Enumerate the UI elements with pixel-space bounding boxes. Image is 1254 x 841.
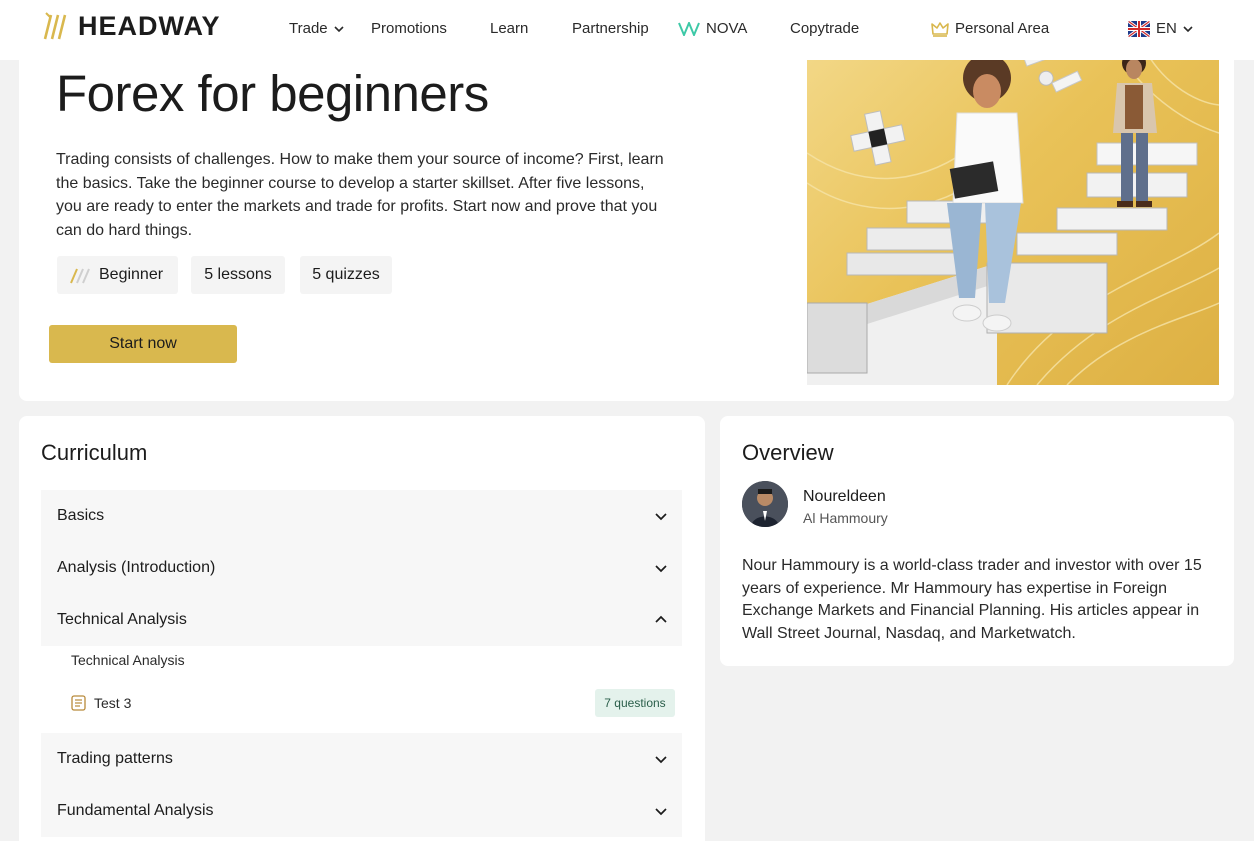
level-label: Beginner — [99, 266, 164, 283]
chevron-down-icon — [334, 25, 344, 32]
author-last-name: Al Hammoury — [803, 510, 888, 526]
test-label: Test 3 — [94, 695, 132, 711]
lesson-label: Technical Analysis — [71, 652, 185, 668]
avatar — [742, 481, 788, 527]
nav-promotions-label: Promotions — [371, 20, 447, 37]
chevron-up-icon — [655, 615, 667, 623]
nav-trade[interactable]: Trade — [289, 20, 344, 37]
chevron-down-icon — [1183, 25, 1193, 32]
start-now-button[interactable]: Start now — [49, 325, 237, 363]
curriculum-section[interactable]: Trading patterns Fundamental Analysis — [41, 733, 682, 837]
headway-logo-icon — [43, 12, 67, 40]
nav-partnership[interactable]: Partnership — [572, 20, 649, 37]
curriculum-card: Curriculum Basics Analysis (Introduction… — [19, 416, 705, 841]
nav-promotions[interactable]: Promotions — [371, 20, 447, 37]
nav-copytrade[interactable]: Copytrade — [790, 20, 859, 37]
curriculum-title: Curriculum — [41, 440, 148, 465]
chevron-down-icon — [655, 756, 667, 764]
chevron-down-icon — [655, 565, 667, 573]
questions-badge: 7 questions — [595, 689, 675, 717]
nav-trade-label: Trade — [289, 20, 328, 37]
overview-card: Overview Noureldeen Al Hammoury Nour Ham… — [720, 416, 1234, 666]
hero-card: Forex for beginners Trading consists of … — [19, 0, 1234, 401]
overview-title: Overview — [742, 440, 834, 465]
document-icon — [71, 695, 86, 711]
author-bio: Nour Hammoury is a world-class trader an… — [742, 557, 1202, 642]
hero-description: Trading consists of challenges. How to m… — [56, 151, 664, 239]
nav-copytrade-label: Copytrade — [790, 20, 860, 37]
section-label: Fundamental Analysis — [57, 802, 214, 819]
chevron-down-icon — [655, 808, 667, 816]
beginner-level-icon — [70, 268, 90, 284]
nav-nova-label: NOVA — [706, 20, 748, 37]
curriculum-section[interactable]: Basics Analysis (Introduction) Technical… — [41, 490, 682, 646]
lessons-tag: 5 lessons — [191, 256, 285, 294]
lessons-label: 5 lessons — [204, 266, 272, 283]
quizzes-tag: 5 quizzes — [300, 256, 392, 294]
test-item-test-3[interactable]: Test 3 — [71, 695, 131, 711]
page-title: Forex for beginners — [56, 65, 489, 122]
nav-personal-area[interactable]: Personal Area — [931, 20, 1049, 37]
nav-partnership-label: Partnership — [572, 20, 649, 37]
crown-icon — [931, 21, 949, 37]
level-tag: Beginner — [57, 256, 178, 294]
section-label: Technical Analysis — [57, 611, 187, 628]
section-label: Analysis (Introduction) — [57, 559, 216, 576]
language-label: EN — [1156, 20, 1177, 37]
nav-learn-label: Learn — [490, 20, 529, 37]
section-header-fundamental-analysis[interactable]: Fundamental Analysis — [41, 785, 682, 837]
top-navigation: HEADWAY Trade Promotions Learn Partnersh… — [0, 0, 1254, 60]
section-label: Trading patterns — [57, 750, 173, 767]
lesson-item-technical-analysis[interactable]: Technical Analysis — [71, 652, 185, 668]
author-first-name: Noureldeen — [803, 488, 886, 505]
nav-personal-area-label: Personal Area — [955, 20, 1050, 37]
section-header-analysis-introduction[interactable]: Analysis (Introduction) — [41, 542, 682, 594]
nav-learn[interactable]: Learn — [490, 20, 528, 37]
section-header-basics[interactable]: Basics — [41, 490, 682, 542]
section-header-technical-analysis[interactable]: Technical Analysis — [41, 594, 682, 646]
hero-illustration — [807, 33, 1219, 385]
language-selector[interactable]: EN — [1128, 20, 1193, 37]
chevron-down-icon — [655, 513, 667, 521]
section-label: Basics — [57, 507, 105, 524]
headway-logo[interactable]: HEADWAY — [42, 10, 221, 42]
nav-nova[interactable]: NOVA — [678, 20, 747, 37]
section-header-trading-patterns[interactable]: Trading patterns — [41, 733, 682, 785]
uk-flag-icon — [1128, 20, 1150, 37]
nova-icon — [678, 21, 700, 36]
quizzes-label: 5 quizzes — [312, 266, 380, 283]
logo-text: HEADWAY — [78, 10, 221, 41]
